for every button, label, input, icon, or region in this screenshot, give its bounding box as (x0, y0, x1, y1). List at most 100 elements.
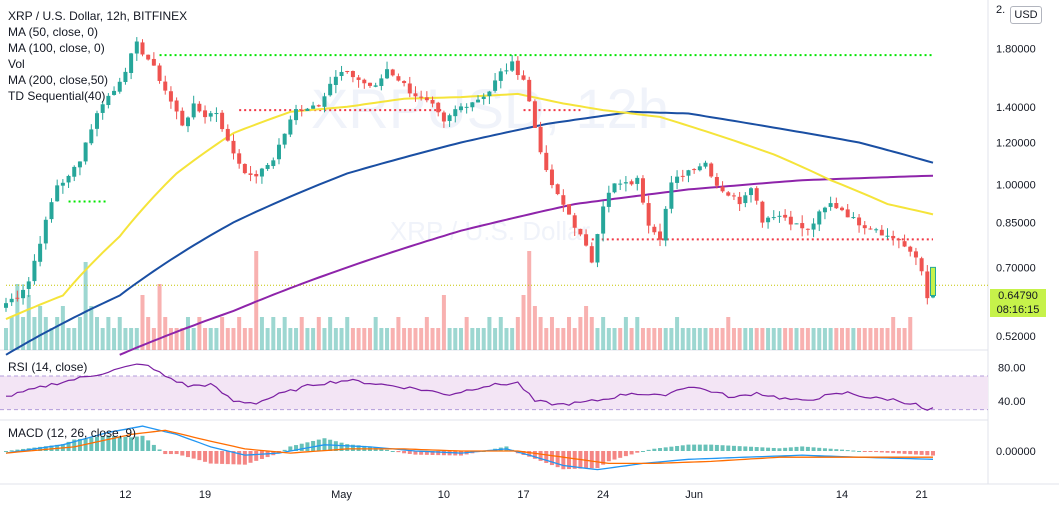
legend-ma100[interactable]: MA (100, close, 0) (8, 40, 187, 56)
volume-bar (549, 317, 554, 350)
volume-bar (794, 328, 799, 350)
macd-pane-label[interactable]: MACD (12, 26, close, 9) (8, 426, 136, 440)
candle-body (299, 109, 304, 112)
candle-body (527, 79, 532, 102)
candle-body (635, 177, 640, 184)
macd-hist-bar (225, 451, 230, 465)
volume-bar (49, 328, 54, 350)
price-tick-label: 1.20000 (996, 138, 1036, 150)
volume-bar (862, 328, 867, 350)
volume-bar (299, 317, 304, 350)
macd-hist-bar (686, 444, 691, 451)
candle-body (703, 162, 708, 167)
candle-body (38, 243, 43, 262)
volume-bar (390, 328, 395, 350)
volume-bar (675, 317, 680, 350)
candle-body (60, 182, 65, 186)
volume-bar (362, 328, 367, 350)
chart-legend: XRP / U.S. Dollar, 12h, BITFINEX MA (50,… (8, 8, 187, 104)
macd-hist-bar (811, 447, 816, 451)
volume-bar (658, 328, 663, 350)
candle-body (26, 281, 31, 289)
candle-body (498, 71, 503, 81)
candle-body (544, 152, 549, 171)
legend-ma50[interactable]: MA (50, close, 0) (8, 24, 187, 40)
candle-body (203, 110, 208, 118)
volume-bar (766, 328, 771, 350)
volume-bar (640, 328, 645, 350)
volume-bar (356, 328, 361, 350)
candle-body (686, 170, 691, 176)
price-tick-label: 1.00000 (996, 180, 1036, 192)
macd-hist-bar (640, 451, 645, 452)
volume-bar (339, 328, 344, 350)
candle-body (521, 75, 526, 80)
volume-bar (601, 317, 606, 350)
candle-body (788, 216, 793, 225)
volume-bar (726, 317, 731, 350)
volume-bar (203, 328, 208, 350)
rsi-tick-label: 40.00 (998, 396, 1026, 408)
macd-hist-bar (925, 451, 930, 456)
signal-line (5, 429, 933, 465)
legend-vol[interactable]: Vol (8, 56, 187, 72)
candle-body (606, 192, 611, 207)
candle-body (589, 246, 594, 263)
candle-body (242, 163, 247, 174)
volume-bar (561, 328, 566, 350)
currency-button[interactable]: USD (1010, 6, 1042, 24)
rsi-band (0, 376, 988, 410)
volume-bar (595, 328, 600, 350)
volume-bar (396, 317, 401, 350)
macd-hist-bar (612, 451, 617, 460)
volume-bar (237, 317, 242, 350)
volume-bar (572, 328, 577, 350)
candle-body (902, 241, 907, 247)
candle-body (817, 211, 822, 225)
volume-bar (94, 317, 99, 350)
macd-hist-bar (720, 445, 725, 451)
volume-bar (623, 317, 628, 350)
macd-hist-bar (259, 451, 264, 459)
rsi-pane-label[interactable]: RSI (14, close) (8, 360, 87, 374)
candle-body (89, 129, 94, 144)
volume-bar (697, 328, 702, 350)
volume-bar (225, 328, 230, 350)
candle-body (794, 223, 799, 225)
volume-bar (646, 328, 651, 350)
candle-body (851, 217, 856, 219)
macd-hist-bar (805, 446, 810, 451)
volume-bar (891, 317, 896, 350)
volume-bar (89, 306, 94, 350)
volume-bar (618, 328, 623, 350)
candle-body (254, 173, 259, 177)
volume-bar (521, 295, 526, 350)
macd-hist-bar (299, 443, 304, 451)
macd-hist-bar (851, 450, 856, 452)
candle-body (532, 101, 537, 128)
volume-bar (413, 328, 418, 350)
volume-bar (663, 328, 668, 350)
candle-body (640, 178, 645, 203)
candle-body (828, 203, 833, 207)
volume-bar (606, 328, 611, 350)
candle-body (504, 70, 509, 72)
candle-body (407, 83, 412, 94)
volume-bar (140, 295, 145, 350)
candle-body (749, 188, 754, 196)
macd-hist-bar (606, 451, 611, 462)
volume-bar (316, 317, 321, 350)
volume-bar (163, 317, 168, 350)
volume-bar (60, 306, 65, 350)
volume-bar (242, 328, 247, 350)
volume-bar (168, 328, 173, 350)
price-tick-label: 1.80000 (996, 44, 1036, 56)
chart-title: XRP / U.S. Dollar, 12h, BITFINEX (8, 9, 188, 23)
legend-ma200[interactable]: MA (200, close,50) (8, 72, 187, 88)
macd-hist-bar (845, 450, 850, 452)
candle-body (658, 231, 663, 240)
legend-td-sequential[interactable]: TD Sequential(40) (8, 88, 187, 104)
volume-bar (9, 317, 14, 350)
candle-body (214, 113, 219, 115)
macd-hist-bar (174, 451, 179, 455)
